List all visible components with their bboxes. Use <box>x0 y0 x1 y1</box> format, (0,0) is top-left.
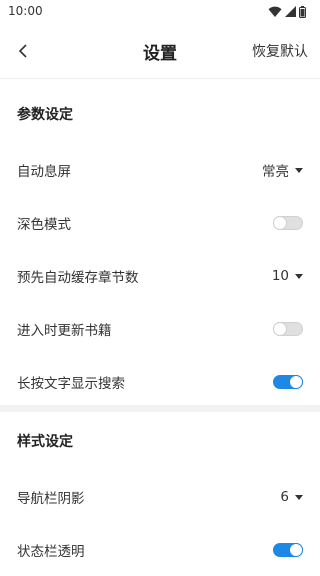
dark-mode-toggle[interactable] <box>273 215 303 230</box>
setting-row-dark-mode[interactable]: 深色模式 <box>0 196 320 249</box>
update-on-enter-toggle[interactable] <box>273 321 303 336</box>
status-bar: 10:00 <box>0 0 320 24</box>
setting-row-status-bar-transparent[interactable]: 状态栏透明 <box>0 523 320 576</box>
caret-down-icon <box>295 494 303 500</box>
wifi-icon <box>268 6 282 17</box>
toggle-knob <box>289 374 303 389</box>
setting-row-update-on-enter[interactable]: 进入时更新书籍 <box>0 302 320 355</box>
setting-row-auto-screen-off[interactable]: 自动息屏 常亮 <box>0 143 320 196</box>
precache-chapters-dropdown[interactable]: 10 <box>272 268 303 284</box>
setting-label: 进入时更新书籍 <box>17 322 112 339</box>
setting-label: 导航栏阴影 <box>17 490 85 507</box>
app-bar: 设置 恢复默认 <box>0 24 320 79</box>
setting-row-precache-chapters[interactable]: 预先自动缓存章节数 10 <box>0 249 320 302</box>
section-header: 样式设定 <box>17 434 73 450</box>
section-divider <box>0 405 320 412</box>
battery-icon <box>299 6 306 18</box>
setting-label: 预先自动缓存章节数 <box>17 269 139 286</box>
dropdown-value: 6 <box>280 488 289 505</box>
auto-screen-off-dropdown[interactable]: 常亮 <box>262 160 303 180</box>
setting-label: 自动息屏 <box>17 163 71 180</box>
status-icons <box>268 5 306 19</box>
toggle-knob <box>289 542 303 557</box>
caret-down-icon <box>295 273 303 279</box>
long-press-search-toggle[interactable] <box>273 374 303 389</box>
setting-row-nav-bar-shadow[interactable]: 导航栏阴影 6 <box>0 470 320 523</box>
setting-label: 状态栏透明 <box>17 543 85 560</box>
setting-label: 长按文字显示搜索 <box>17 375 125 392</box>
cellular-signal-icon <box>285 6 296 17</box>
nav-bar-shadow-dropdown[interactable]: 6 <box>280 489 303 505</box>
caret-down-icon <box>295 167 303 173</box>
dropdown-value: 10 <box>271 267 289 284</box>
section-style-settings: 样式设定 导航栏阴影 6 状态栏透明 <box>0 412 320 576</box>
section-parameter-settings: 参数设定 自动息屏 常亮 深色模式 预先自动缓存章节数 10 进入时更新书籍 长… <box>0 85 320 408</box>
section-header: 参数设定 <box>17 107 73 123</box>
setting-label: 深色模式 <box>17 216 71 233</box>
toggle-knob <box>273 215 287 230</box>
setting-row-long-press-search[interactable]: 长按文字显示搜索 <box>0 355 320 408</box>
dropdown-value: 常亮 <box>262 163 289 180</box>
toggle-knob <box>273 321 287 336</box>
status-time: 10:00 <box>8 4 43 18</box>
reset-defaults-button[interactable]: 恢复默认 <box>252 41 308 61</box>
status-bar-transparent-toggle[interactable] <box>273 542 303 557</box>
